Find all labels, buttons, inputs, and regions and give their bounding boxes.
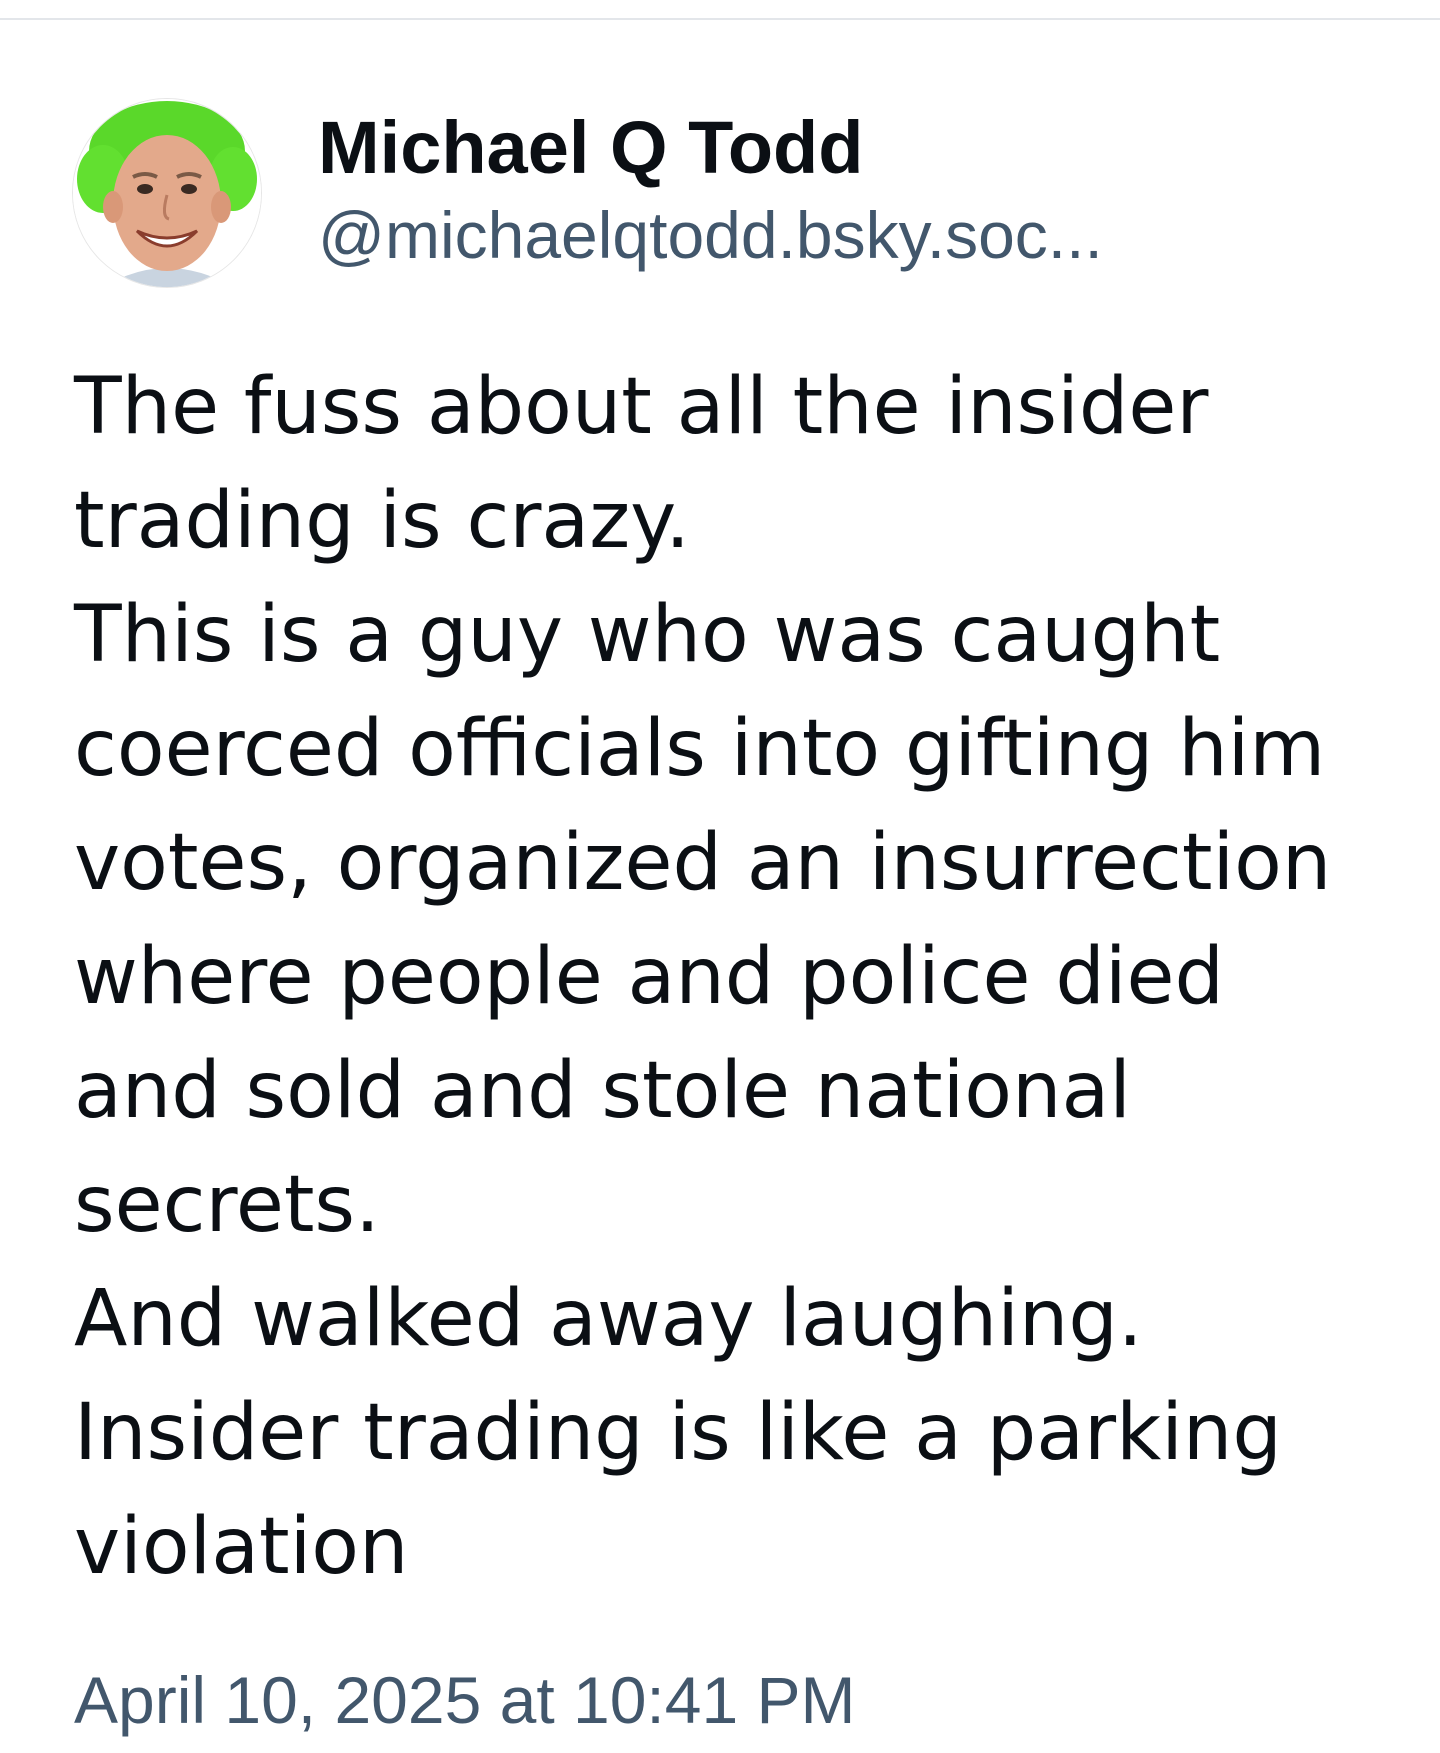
post-body-text: The fuss about all the insider trading i… <box>74 362 1332 1592</box>
profile-photo-avatar-icon <box>73 99 261 287</box>
author-display-name[interactable]: Michael Q Todd <box>318 104 1368 192</box>
post-header: Michael Q Todd @michaelqtodd.bsky.soc... <box>72 98 1372 290</box>
author-handle[interactable]: @michaelqtodd.bsky.soc... <box>318 192 1368 278</box>
author-names: Michael Q Todd @michaelqtodd.bsky.soc... <box>318 104 1368 278</box>
post-timestamp[interactable]: April 10, 2025 at 10:41 PM <box>74 1660 856 1740</box>
post-card: Michael Q Todd @michaelqtodd.bsky.soc...… <box>0 20 1440 1753</box>
author-avatar[interactable] <box>72 98 262 288</box>
